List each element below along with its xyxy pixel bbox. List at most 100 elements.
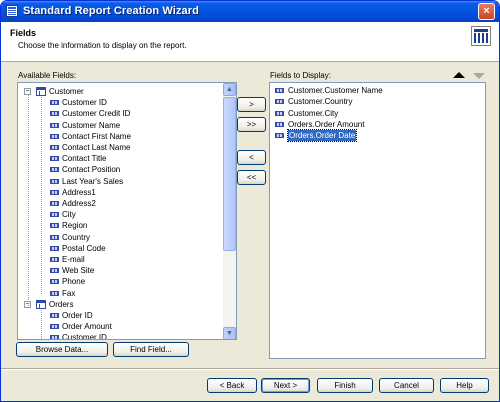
field-name: Last Year's Sales [62, 176, 124, 186]
add-field-button[interactable]: > [237, 97, 266, 112]
field-name: Postal Code [62, 243, 106, 253]
tree-field-row[interactable]: E-mail [18, 254, 218, 265]
field-name: Customer ID [62, 98, 107, 108]
close-button[interactable]: × [478, 3, 495, 20]
field-icon [50, 122, 59, 128]
field-name: Customer.Country [288, 97, 353, 107]
tree-field-row[interactable]: Country [18, 232, 218, 243]
tree-field-row[interactable]: Phone [18, 276, 218, 287]
next-button[interactable]: Next > [261, 378, 310, 393]
field-icon [50, 189, 59, 195]
field-icon [50, 257, 59, 262]
browse-data-button[interactable]: Browse Data... [16, 342, 108, 357]
tree-field-row[interactable]: Order Amount [18, 321, 218, 332]
tree-field-row[interactable]: Last Year's Sales [18, 176, 218, 187]
selected-field-name: Orders.Order Date [286, 129, 358, 143]
tree-field-row[interactable]: Postal Code [18, 243, 218, 254]
tree-field-row[interactable]: Fax [18, 288, 218, 299]
display-field-row[interactable]: Orders.Order Amount [270, 119, 480, 130]
field-icon [275, 99, 284, 105]
field-icon [50, 223, 59, 229]
field-icon [50, 335, 59, 339]
field-name: Contact Last Name [62, 143, 131, 152]
field-icon [50, 133, 59, 139]
field-name: Order Amount [62, 322, 112, 332]
field-name: Orders.Order Amount [288, 119, 365, 129]
title-bar[interactable]: Standard Report Creation Wizard × [1, 1, 499, 22]
field-name: City [62, 210, 76, 220]
cancel-button[interactable]: Cancel [379, 378, 434, 393]
field-icon [50, 100, 59, 106]
tree-table-row[interactable]: − Customer [18, 86, 218, 97]
tree-field-row[interactable]: Customer Credit ID [18, 108, 218, 119]
field-name: Fax [62, 288, 76, 298]
tree-field-row[interactable]: Contact Position [18, 164, 218, 175]
page-title: Fields [10, 28, 37, 38]
field-name: Customer.Customer Name [288, 86, 383, 95]
tree-field-row[interactable]: Customer ID [18, 97, 218, 108]
field-icon [50, 245, 59, 251]
field-icon [50, 212, 59, 218]
field-icon [50, 111, 59, 117]
field-icon [50, 290, 59, 296]
field-name: Web Site [62, 266, 95, 276]
field-icon [50, 167, 59, 173]
field-icon [50, 279, 59, 285]
collapse-icon[interactable]: − [24, 88, 31, 95]
tree-field-row[interactable]: City [18, 209, 218, 220]
field-icon [50, 201, 59, 206]
back-button[interactable]: < Back [207, 378, 257, 393]
available-fields-label: Available Fields: [18, 71, 77, 80]
field-icon [50, 178, 59, 184]
tree-field-row[interactable]: Customer Name [18, 120, 218, 131]
tree-field-row[interactable]: Contact Title [18, 153, 218, 164]
scroll-thumb[interactable] [223, 97, 236, 251]
field-name: Customer Credit ID [62, 109, 131, 119]
help-button[interactable]: Help [440, 378, 489, 393]
vertical-scrollbar[interactable]: ▲ ▼ [223, 83, 236, 339]
fields-to-display-list[interactable]: Customer.Customer Name Customer.Country Cu… [269, 82, 486, 359]
tree-field-row[interactable]: Contact Last Name [18, 142, 218, 153]
remove-field-button[interactable]: < [237, 150, 266, 165]
table-icon [36, 299, 46, 309]
tree-field-row[interactable]: Address1 [18, 187, 218, 198]
move-down-icon[interactable] [473, 73, 485, 79]
field-name: Customer.City [288, 108, 339, 118]
field-icon [50, 324, 59, 330]
tree-field-row[interactable]: Customer ID [18, 332, 218, 339]
display-field-row[interactable]: Customer.Customer Name [270, 85, 480, 96]
available-fields-tree[interactable]: − Customer Customer ID Customer Credit ID Cu… [17, 82, 237, 340]
fields-step-icon [471, 26, 491, 46]
remove-all-fields-button[interactable]: << [237, 170, 266, 185]
fields-to-display-label: Fields to Display: [270, 71, 331, 80]
finish-button[interactable]: Finish [317, 378, 373, 393]
field-name: Customer Name [62, 120, 121, 130]
tree-connector [41, 97, 42, 294]
field-name: Region [62, 221, 88, 231]
display-field-row[interactable]: Orders.Order Date [270, 129, 480, 143]
field-name: Country [62, 232, 91, 242]
scroll-up-icon[interactable]: ▲ [223, 83, 236, 96]
tree-table-row[interactable]: − Orders [18, 299, 218, 310]
field-name: Contact First Name [62, 131, 131, 141]
field-name: Address1 [62, 187, 96, 197]
report-wizard-icon [6, 5, 18, 17]
display-field-row[interactable]: Customer.Country [270, 96, 480, 107]
display-field-row[interactable]: Customer.City [270, 108, 480, 119]
table-name: Orders [49, 299, 74, 309]
move-up-icon[interactable] [453, 72, 465, 78]
tree-field-row[interactable]: Web Site [18, 265, 218, 276]
tree-field-row[interactable]: Order ID [18, 310, 218, 321]
scroll-down-icon[interactable]: ▼ [223, 327, 236, 339]
find-field-button[interactable]: Find Field... [113, 342, 189, 357]
tree-connector [41, 309, 42, 339]
tree-field-row[interactable]: Contact First Name [18, 131, 218, 142]
add-all-fields-button[interactable]: >> [237, 117, 266, 132]
field-icon [50, 156, 59, 162]
field-icon [50, 268, 59, 274]
field-icon [275, 121, 284, 127]
tree-field-row[interactable]: Region [18, 220, 218, 231]
field-icon [50, 145, 59, 150]
tree-field-row[interactable]: Address2 [18, 198, 218, 209]
table-icon [36, 87, 46, 96]
